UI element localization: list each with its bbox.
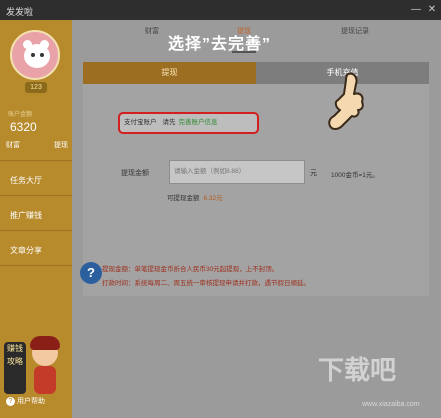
tab-withdraw-records[interactable]: 提现记录 xyxy=(341,26,369,36)
sub-tabs: 提现 手机充值 xyxy=(83,62,429,84)
user-help-link[interactable]: ? 用户帮助 xyxy=(6,396,45,406)
avatar[interactable] xyxy=(10,30,60,80)
close-icon[interactable]: ✕ xyxy=(426,4,438,16)
subtab-withdraw[interactable]: 提现 xyxy=(83,62,256,84)
sidebar-item-promote[interactable]: 推广赚钱 xyxy=(10,210,42,221)
available-amount-label: 可提现金额 xyxy=(167,195,200,202)
sidebar-divider xyxy=(0,160,72,161)
earning-guide-badge: 赚钱攻略 xyxy=(4,342,26,394)
available-amount-row: 可提现金额 6.32元 xyxy=(167,192,223,202)
info-icon: ? xyxy=(80,262,102,284)
avatar-eye-right xyxy=(40,53,44,57)
watermark-logo: 下载吧 xyxy=(318,356,397,386)
title-bar: 发发啦 — ✕ xyxy=(0,0,441,20)
sidebar-links: 财富 提现 xyxy=(6,140,68,150)
active-tab-underline xyxy=(232,51,256,53)
alipay-account-label: 支付宝账户 xyxy=(124,119,157,126)
avatar-face xyxy=(24,44,50,68)
withdraw-amount-notice: 提现金额：单笔提现金币折合人民币30元起提现，上不封顶。 xyxy=(102,266,279,273)
pointing-hand-icon xyxy=(328,72,364,130)
amount-label: 提现金额 xyxy=(121,170,149,177)
sidebar-divider xyxy=(0,230,72,231)
available-amount-value: 6.32元 xyxy=(203,195,223,202)
mascot-body xyxy=(34,366,56,394)
app-title: 发发啦 xyxy=(6,7,34,17)
mascot-hair xyxy=(30,336,60,350)
minimize-icon[interactable]: — xyxy=(410,4,422,16)
tab-wealth[interactable]: 财富 xyxy=(145,26,159,36)
avatar-eye-left xyxy=(31,53,35,57)
amount-unit: 元 xyxy=(310,170,317,177)
sidebar: 123 账户金额 6320 财富 提现 任务大厅 推广赚钱 文章分享 赚钱攻略 xyxy=(0,20,72,418)
amount-input[interactable]: 请输入金额（例如8.88） xyxy=(169,160,305,184)
alipay-account-row: 支付宝账户 请先 完善账户信息 xyxy=(118,112,259,134)
main-panel: 财富 提现 提现记录 选择”去完善” 提现 手机充值 支付宝账户 请先 完善账户信息… xyxy=(72,20,441,418)
watermark-url: www.xiazaiba.com xyxy=(362,401,420,408)
sidebar-item-article-share[interactable]: 文章分享 xyxy=(10,245,42,256)
sidebar-divider xyxy=(0,265,72,266)
sidebar-link-withdraw[interactable]: 提现 xyxy=(54,140,68,150)
payout-time-notice: 打款时间：系统每周二、周五统一审核提现申请并打款，遇节假日顺延。 xyxy=(102,280,310,287)
sidebar-link-wealth[interactable]: 财富 xyxy=(6,140,20,150)
sidebar-item-task-hall[interactable]: 任务大厅 xyxy=(10,175,42,186)
user-help-label: 用户帮助 xyxy=(17,398,45,405)
exchange-rate: 1000金币=1元。 xyxy=(331,172,379,179)
please-first-text: 请先 xyxy=(162,119,176,126)
account-label: 账户金额 xyxy=(8,112,33,118)
help-icon: ? xyxy=(6,396,15,406)
complete-account-info-link[interactable]: 完善账户信息 xyxy=(179,119,218,126)
sidebar-divider xyxy=(0,195,72,196)
level-badge: 123 xyxy=(25,82,47,93)
balance-value: 6320 xyxy=(10,120,37,134)
